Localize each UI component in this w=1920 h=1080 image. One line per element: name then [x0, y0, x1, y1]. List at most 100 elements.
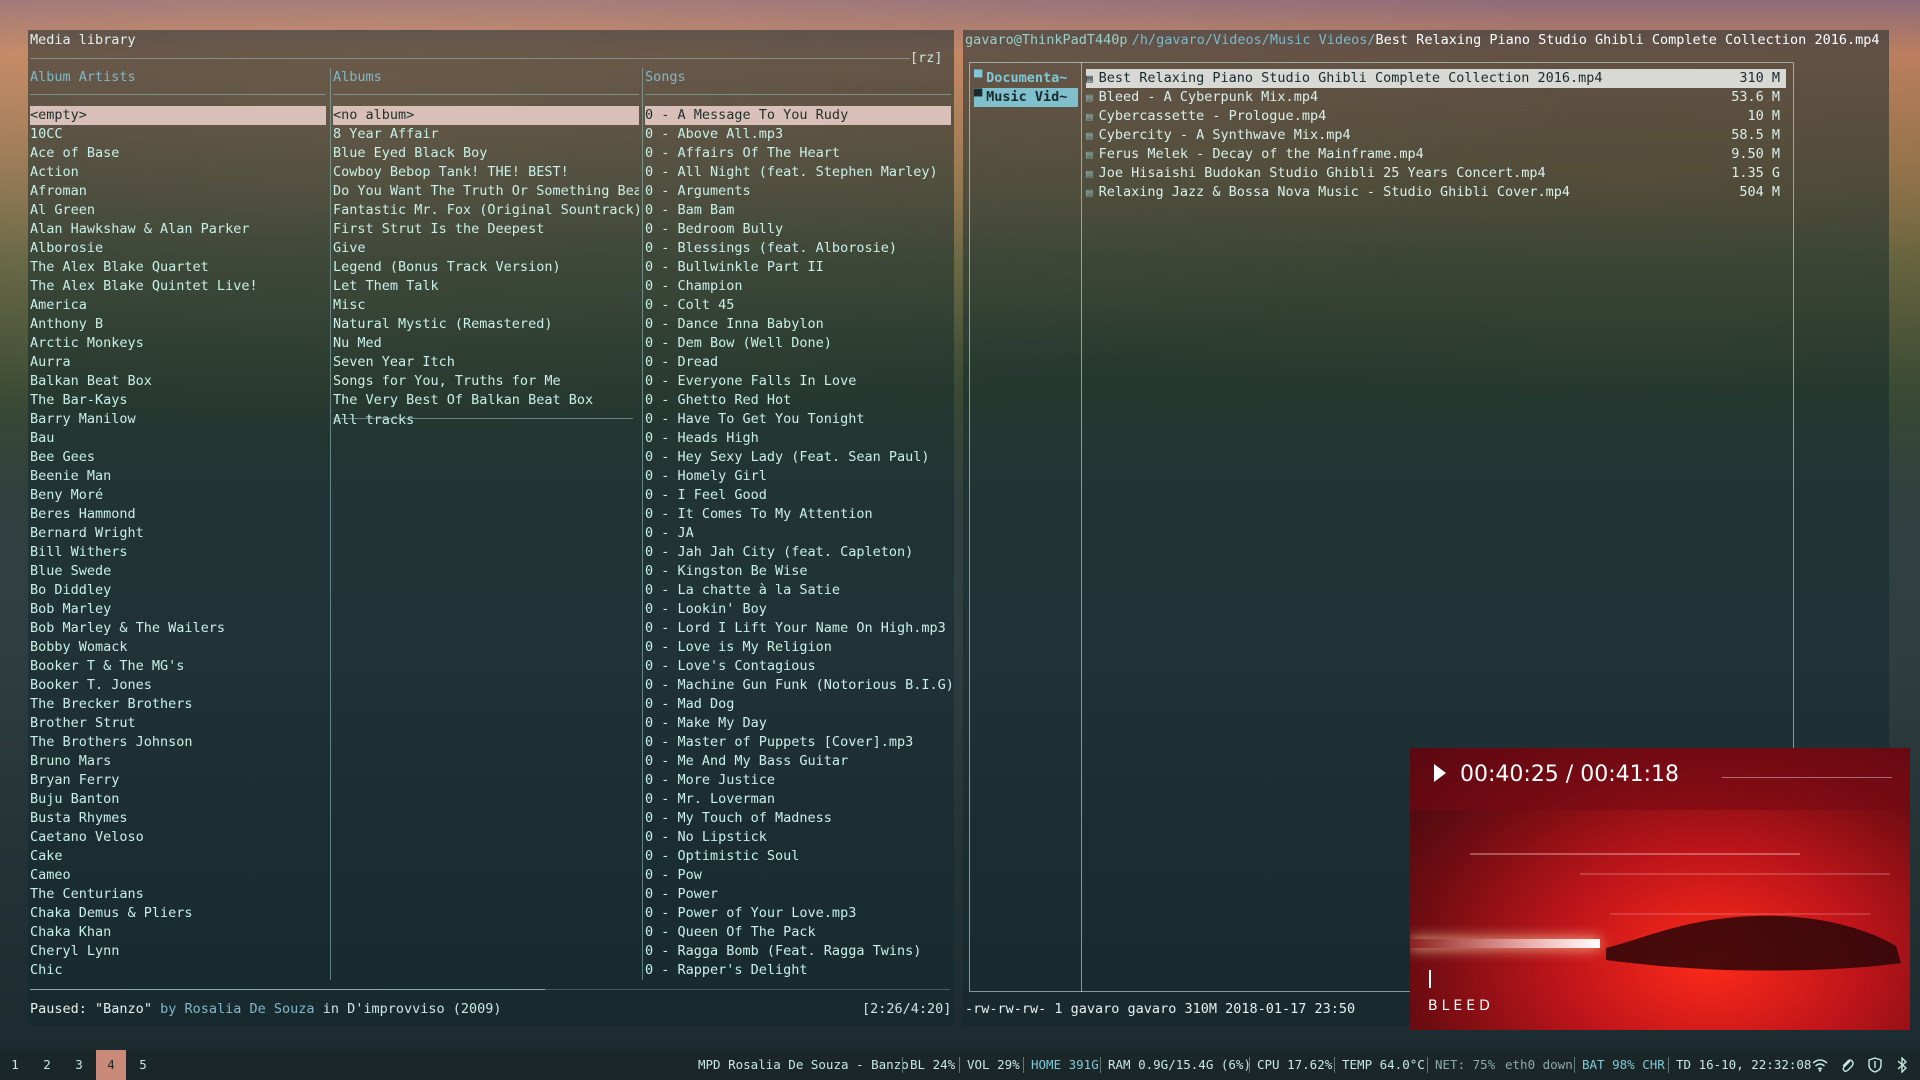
workspace-5[interactable]: 5	[128, 1050, 158, 1080]
ranger-dir-item[interactable]: ▀ Music Vid~	[974, 88, 1078, 107]
song-item[interactable]: 0 - Hey Sexy Lady (Feat. Sean Paul)	[645, 448, 951, 467]
mpd-now-playing[interactable]: MPD Rosalia De Souza - Banzo	[698, 1050, 909, 1080]
artist-item[interactable]: Beres Hammond	[30, 505, 326, 524]
song-item[interactable]: 0 - JA	[645, 524, 951, 543]
song-item[interactable]: 0 - It Comes To My Attention	[645, 505, 951, 524]
song-item[interactable]: 0 - Bedroom Bully	[645, 220, 951, 239]
album-item[interactable]: Misc	[333, 296, 639, 315]
album-item[interactable]: Blue Eyed Black Boy	[333, 144, 639, 163]
song-item[interactable]: 0 - Machine Gun Funk (Notorious B.I.G)	[645, 676, 951, 695]
volume-indicator[interactable]: VOL 29%	[967, 1050, 1020, 1080]
play-icon[interactable]	[1432, 762, 1448, 784]
artist-item[interactable]: Chic	[30, 961, 326, 980]
ranger-file-item[interactable]: ▤ Ferus Melek - Decay of the Mainframe.mp…	[1086, 145, 1786, 164]
song-item[interactable]: 0 - La chatte à la Satie	[645, 581, 951, 600]
workspace-2[interactable]: 2	[32, 1050, 62, 1080]
ranger-file-item[interactable]: ▤ Bleed - A Cyberpunk Mix.mp4 53.6 M	[1086, 88, 1786, 107]
song-item[interactable]: 0 - Power	[645, 885, 951, 904]
artist-item[interactable]: Chaka Khan	[30, 923, 326, 942]
artist-item[interactable]: Cameo	[30, 866, 326, 885]
wifi-icon[interactable]	[1812, 1058, 1828, 1072]
artist-item[interactable]: Alborosie	[30, 239, 326, 258]
artist-item[interactable]: The Brothers Johnson	[30, 733, 326, 752]
album-item[interactable]: Do You Want The Truth Or Something Bea	[333, 182, 639, 201]
ranger-parent-pane[interactable]: ▀ Documenta~ ▀ Music Vid~	[969, 62, 1082, 992]
artist-item[interactable]: Beenie Man	[30, 467, 326, 486]
song-item[interactable]: 0 - Arguments	[645, 182, 951, 201]
artist-item[interactable]: Cheryl Lynn	[30, 942, 326, 961]
artist-item[interactable]: 10CC	[30, 125, 326, 144]
song-item[interactable]: 0 - Lookin' Boy	[645, 600, 951, 619]
artist-item[interactable]: Caetano Veloso	[30, 828, 326, 847]
album-item[interactable]: Let Them Talk	[333, 277, 639, 296]
artist-item[interactable]: <empty>	[30, 106, 326, 125]
album-item[interactable]: Fantastic Mr. Fox (Original Sountrack)	[333, 201, 639, 220]
song-item[interactable]: 0 - Pow	[645, 866, 951, 885]
song-item[interactable]: 0 - A Message To You Rudy	[645, 106, 951, 125]
artist-item[interactable]: Action	[30, 163, 326, 182]
ranger-file-item[interactable]: ▤ Joe Hisaishi Budokan Studio Ghibli 25 Y…	[1086, 164, 1786, 183]
song-item[interactable]: 0 - Homely Girl	[645, 467, 951, 486]
album-item[interactable]: Give	[333, 239, 639, 258]
artist-item[interactable]: Aurra	[30, 353, 326, 372]
song-item[interactable]: 0 - Ghetto Red Hot	[645, 391, 951, 410]
song-item[interactable]: 0 - Everyone Falls In Love	[645, 372, 951, 391]
artist-item[interactable]: Balkan Beat Box	[30, 372, 326, 391]
artist-item[interactable]: Bob Marley	[30, 600, 326, 619]
song-item[interactable]: 0 - Have To Get You Tonight	[645, 410, 951, 429]
song-item[interactable]: 0 - Dance Inna Babylon	[645, 315, 951, 334]
artist-item[interactable]: Blue Swede	[30, 562, 326, 581]
artist-item[interactable]: America	[30, 296, 326, 315]
artist-item[interactable]: Bob Marley & The Wailers	[30, 619, 326, 638]
song-item[interactable]: 0 - No Lipstick	[645, 828, 951, 847]
artist-item[interactable]: Bobby Womack	[30, 638, 326, 657]
song-item[interactable]: 0 - Bam Bam	[645, 201, 951, 220]
artist-item[interactable]: Booker T. Jones	[30, 676, 326, 695]
song-item[interactable]: 0 - Bullwinkle Part II	[645, 258, 951, 277]
ranger-dir-item[interactable]: ▀ Documenta~	[974, 69, 1078, 88]
workspace-3[interactable]: 3	[64, 1050, 94, 1080]
artist-item[interactable]: Anthony B	[30, 315, 326, 334]
ranger-file-item[interactable]: ▤ Best Relaxing Piano Studio Ghibli Compl…	[1086, 69, 1786, 88]
ranger-file-item[interactable]: ▤ Cybercassette - Prologue.mp4 10 M	[1086, 107, 1786, 126]
album-item[interactable]: Cowboy Bebop Tank! THE! BEST!	[333, 163, 639, 182]
artist-item[interactable]: Bau	[30, 429, 326, 448]
song-item[interactable]: 0 - Optimistic Soul	[645, 847, 951, 866]
shield-icon[interactable]	[1868, 1057, 1882, 1073]
song-item[interactable]: 0 - Lord I Lift Your Name On High.mp3	[645, 619, 951, 638]
artist-item[interactable]: Beny Moré	[30, 486, 326, 505]
album-item[interactable]: Nu Med	[333, 334, 639, 353]
song-item[interactable]: 0 - All Night (feat. Stephen Marley)	[645, 163, 951, 182]
song-item[interactable]: 0 - Love is My Religion	[645, 638, 951, 657]
all-tracks-item[interactable]: All tracks	[333, 411, 639, 430]
artist-item[interactable]: The Bar-Kays	[30, 391, 326, 410]
ranger-file-item[interactable]: ▤ Cybercity - A Synthwave Mix.mp4 58.5 M	[1086, 126, 1786, 145]
song-item[interactable]: 0 - Mr. Loverman	[645, 790, 951, 809]
song-item[interactable]: 0 - Me And My Bass Guitar	[645, 752, 951, 771]
song-item[interactable]: 0 - Champion	[645, 277, 951, 296]
album-item[interactable]: Seven Year Itch	[333, 353, 639, 372]
song-item[interactable]: 0 - Mad Dog	[645, 695, 951, 714]
song-item[interactable]: 0 - Love's Contagious	[645, 657, 951, 676]
album-item[interactable]: 8 Year Affair	[333, 125, 639, 144]
song-item[interactable]: 0 - More Justice	[645, 771, 951, 790]
artist-item[interactable]: The Alex Blake Quartet	[30, 258, 326, 277]
song-item[interactable]: 0 - Dread	[645, 353, 951, 372]
video-player[interactable]: 00:40:25 / 00:41:18 BLEED	[1410, 748, 1910, 1030]
backlight-indicator[interactable]: BL 24%	[910, 1050, 955, 1080]
artist-item[interactable]: Bernard Wright	[30, 524, 326, 543]
song-item[interactable]: 0 - Blessings (feat. Alborosie)	[645, 239, 951, 258]
artist-item[interactable]: Afroman	[30, 182, 326, 201]
bluetooth-icon[interactable]	[1896, 1057, 1908, 1073]
albums-column[interactable]: Albums <no album> 8 Year Affair Blue Eyed …	[333, 68, 639, 428]
artist-item[interactable]: The Alex Blake Quintet Live!	[30, 277, 326, 296]
album-item[interactable]: Songs for You, Truths for Me	[333, 372, 639, 391]
song-item[interactable]: 0 - I Feel Good	[645, 486, 951, 505]
artist-item[interactable]: Cake	[30, 847, 326, 866]
album-item[interactable]: <no album>	[333, 106, 639, 125]
artist-item[interactable]: Ace of Base	[30, 144, 326, 163]
song-item[interactable]: 0 - Power of Your Love.mp3	[645, 904, 951, 923]
song-item[interactable]: 0 - Above All.mp3	[645, 125, 951, 144]
artist-item[interactable]: Al Green	[30, 201, 326, 220]
song-item[interactable]: 0 - Affairs Of The Heart	[645, 144, 951, 163]
